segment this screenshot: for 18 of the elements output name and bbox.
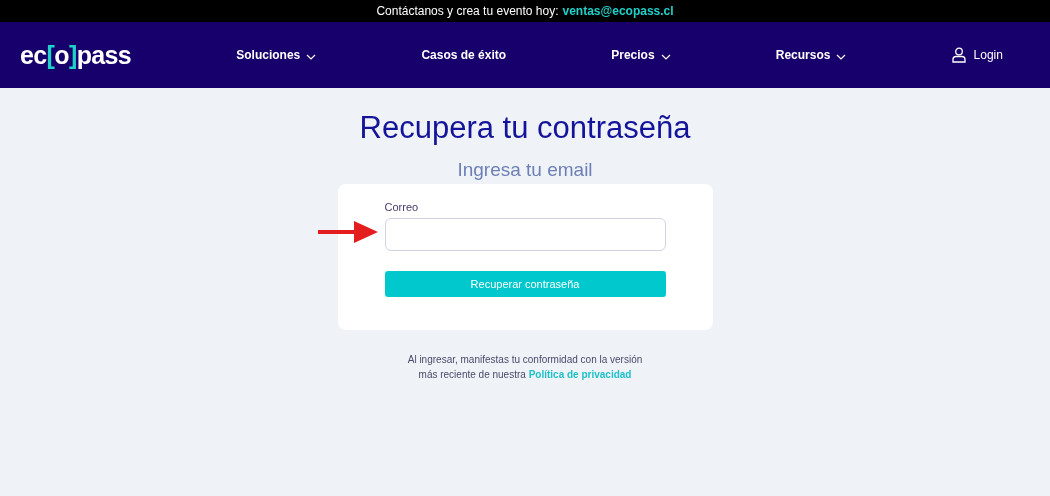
email-link[interactable]: ventas@ecopass.cl [562,2,674,20]
email-field[interactable] [384,218,666,251]
field-label: Correo [384,200,420,214]
login-link[interactable]: Login [973,46,1003,64]
chevron-down-icon [306,54,317,60]
chevron-down-icon [836,54,847,60]
nav-link[interactable]: Precios [611,46,655,64]
subtitle: Ingresa tu email [457,158,593,182]
chevron-down-icon [660,54,671,60]
nav-link[interactable]: Casos de éxito [421,46,507,64]
contact-text: Contáctanos y crea tu evento hoy: [376,3,559,20]
nav-link[interactable]: Recursos [775,46,831,64]
arrow-icon [317,218,380,246]
logo[interactable]: ec[o]pass [20,42,132,68]
page-title: Recupera tu contraseña [359,109,691,147]
privacy-notice: Al ingresar, manifestas tu conformidad con la versión más reciente de nuestra Política de privacidad [406,353,644,382]
user-icon [951,47,966,63]
nav-link[interactable]: Soluciones [236,46,301,64]
